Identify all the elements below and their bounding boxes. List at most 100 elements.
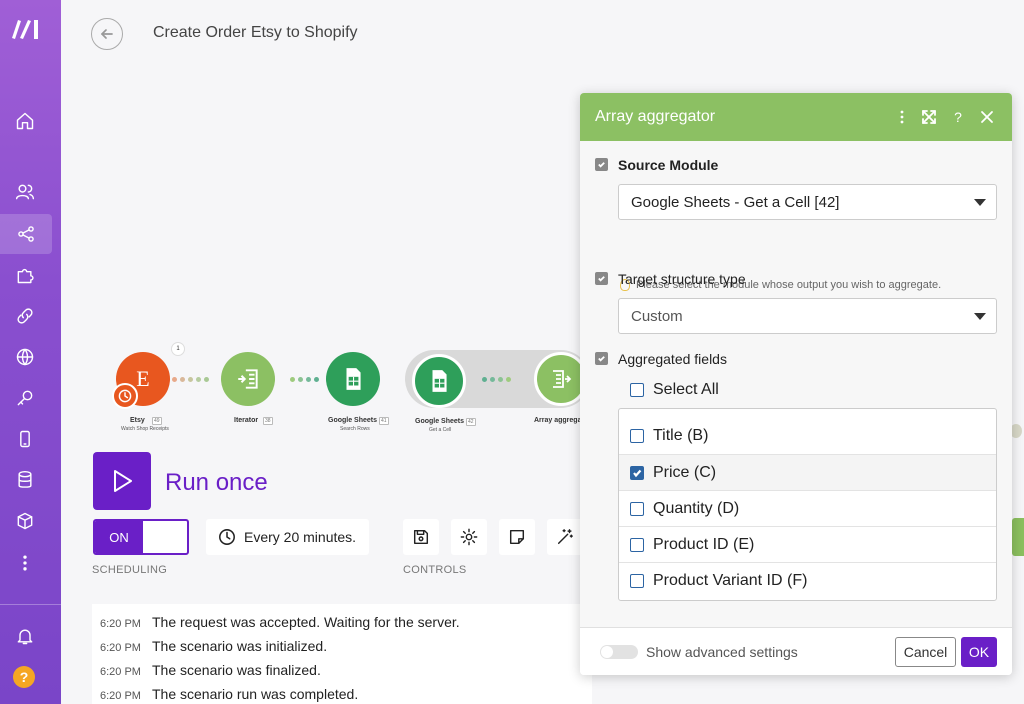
field-item-product-variant-id[interactable]: Product Variant ID (F)	[619, 562, 996, 598]
node-id-etsy: 49	[152, 417, 162, 425]
magic-wand-icon	[557, 529, 573, 545]
link-sheets-aggregator[interactable]	[482, 376, 511, 382]
scenarios-icon[interactable]	[0, 214, 52, 254]
sidebar: ?	[0, 0, 61, 704]
sidebar-divider	[0, 604, 61, 605]
run-once-button[interactable]	[93, 452, 151, 510]
sheets-icon	[346, 368, 361, 390]
field-label: Product ID (E)	[653, 535, 755, 553]
node-id-sheets-get: 42	[466, 418, 476, 426]
select-all-label: Select All	[653, 381, 719, 398]
source-module-select[interactable]: Google Sheets - Get a Cell [42]	[618, 184, 997, 220]
target-structure-section-checkbox[interactable]	[595, 272, 608, 285]
log-message: The request was accepted. Waiting for th…	[152, 614, 460, 630]
auto-align-button[interactable]	[547, 519, 583, 555]
more-vertical-icon[interactable]	[892, 107, 912, 127]
scenario-flow: E 1 Etsy 49 Watch Shop Receipts Iterator…	[100, 340, 590, 440]
advanced-settings-label[interactable]: Show advanced settings	[646, 644, 798, 660]
node-sub-sheets-get: Get a Cell	[429, 427, 452, 433]
schedule-interval-button[interactable]: Every 20 minutes.	[206, 519, 369, 555]
more-vertical-icon[interactable]	[9, 547, 41, 579]
notes-button[interactable]	[499, 519, 535, 555]
source-module-section-checkbox[interactable]	[595, 158, 608, 171]
globe-icon[interactable]	[9, 341, 41, 373]
help-icon[interactable]: ?	[13, 666, 35, 688]
expand-icon[interactable]	[919, 107, 939, 127]
clock-icon	[219, 529, 235, 545]
chevron-down-icon	[974, 199, 986, 206]
scheduling-toggle[interactable]: ON	[93, 519, 189, 555]
execution-log: 6:20 PM The request was accepted. Waitin…	[92, 604, 592, 704]
note-icon	[509, 529, 525, 545]
save-button[interactable]	[403, 519, 439, 555]
database-icon[interactable]	[9, 464, 41, 496]
log-row: 6:20 PM The scenario run was completed.	[100, 686, 358, 702]
node-id-sheets-search: 41	[379, 417, 389, 425]
module-iterator[interactable]	[221, 352, 275, 406]
schedule-interval-text: Every 20 minutes.	[244, 529, 357, 545]
node-label-sheets-search: Google Sheets	[328, 417, 378, 424]
help-question-icon[interactable]: ?	[948, 107, 968, 127]
log-message: The scenario was finalized.	[152, 662, 321, 678]
scheduling-label: SCHEDULING	[92, 564, 168, 576]
link-etsy-iterator[interactable]	[172, 376, 209, 382]
users-icon[interactable]	[9, 176, 41, 208]
settings-button[interactable]	[451, 519, 487, 555]
link-icon[interactable]	[9, 300, 41, 332]
checkbox[interactable]	[630, 573, 644, 588]
bell-icon[interactable]	[9, 620, 41, 652]
node-sub-etsy: Watch Shop Receipts	[121, 426, 169, 432]
dialog-body: Source Module Google Sheets - Get a Cell…	[580, 141, 1012, 627]
run-once-label[interactable]: Run once	[165, 469, 268, 497]
checkbox[interactable]	[630, 429, 644, 443]
select-all-checkbox[interactable]: Select All	[630, 381, 719, 399]
log-time: 6:20 PM	[100, 642, 141, 654]
ok-button[interactable]: OK	[961, 637, 997, 667]
target-structure-select[interactable]: Custom	[618, 298, 997, 334]
field-item-product-id[interactable]: Product ID (E)	[619, 526, 996, 562]
aggregated-fields-list[interactable]: Title (B) Price (C) Quantity (D) Product…	[618, 408, 997, 601]
log-time: 6:20 PM	[100, 618, 141, 630]
etsy-letter: E	[136, 366, 150, 391]
field-item-title[interactable]: Title (B)	[619, 418, 996, 454]
node-sub-sheets-search: Search Rows	[340, 426, 370, 432]
array-aggregator-dialog: Array aggregator ? Source Module Google …	[580, 93, 1012, 675]
key-icon[interactable]	[9, 382, 41, 414]
node-id-iterator: 38	[263, 417, 273, 425]
puzzle-icon[interactable]	[9, 259, 41, 291]
play-icon	[114, 470, 132, 492]
gear-icon	[460, 528, 478, 546]
log-time: 6:20 PM	[100, 666, 141, 678]
aggregated-fields-section-checkbox[interactable]	[595, 352, 608, 365]
node-label-iterator: Iterator	[234, 417, 259, 424]
device-icon[interactable]	[9, 423, 41, 455]
edge-panel-tab[interactable]	[1012, 518, 1024, 556]
toggle-on-label: ON	[95, 521, 143, 553]
link-iterator-sheets[interactable]	[290, 376, 319, 382]
module-sheets-search[interactable]	[326, 352, 380, 406]
log-message: The scenario run was completed.	[152, 686, 359, 702]
checkbox[interactable]	[630, 537, 644, 552]
advanced-settings-toggle[interactable]	[600, 645, 638, 659]
checkbox[interactable]	[630, 501, 644, 516]
log-row: 6:20 PM The request was accepted. Waitin…	[100, 614, 460, 630]
controls-label: CONTROLS	[403, 564, 467, 576]
home-icon[interactable]	[9, 105, 41, 137]
module-sheets-get-cell[interactable]	[412, 354, 466, 408]
cancel-button[interactable]: Cancel	[895, 637, 956, 667]
aggregated-fields-label: Aggregated fields	[618, 351, 727, 367]
field-item-price[interactable]: Price (C)	[619, 454, 996, 490]
checkbox-checked[interactable]	[630, 465, 644, 480]
field-label: Product Variant ID (F)	[653, 571, 808, 589]
checkbox[interactable]	[630, 383, 644, 397]
field-label: Title (B)	[653, 427, 709, 444]
box-icon[interactable]	[9, 505, 41, 537]
sheets-icon	[432, 370, 447, 392]
back-button[interactable]	[91, 18, 123, 50]
arrow-left-icon	[101, 29, 113, 39]
clock-trigger-icon[interactable]	[112, 383, 138, 409]
chevron-down-icon	[974, 313, 986, 320]
field-item-quantity[interactable]: Quantity (D)	[619, 490, 996, 526]
make-logo[interactable]	[8, 14, 44, 42]
close-icon[interactable]	[977, 107, 997, 127]
